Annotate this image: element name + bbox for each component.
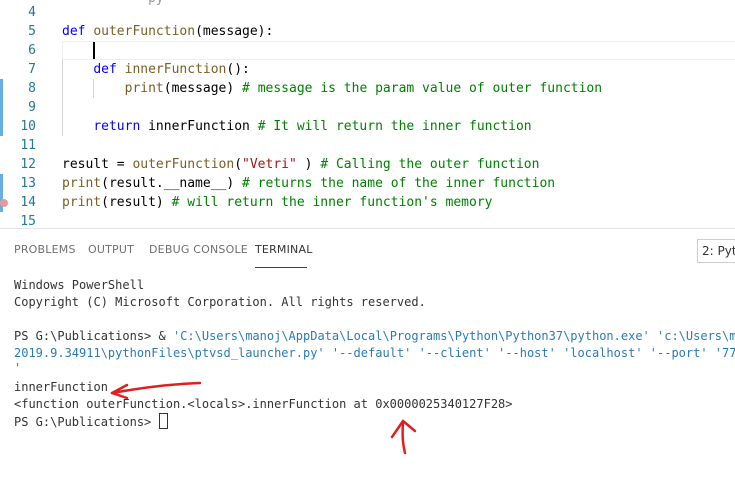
code-token: # Calling the outer function [320, 157, 540, 172]
terminal-line: PS G:\Publications> [14, 413, 168, 431]
code-token: (message) [163, 81, 243, 96]
code-line[interactable]: 14 print(result) # will return the inner … [0, 193, 735, 212]
code-token: print [124, 81, 164, 96]
terminal-line: Copyright (C) Microsoft Corporation. All… [14, 295, 426, 309]
line-number: 7 [28, 62, 36, 77]
code-text: return innerFunction # It will return th… [62, 117, 532, 136]
code-token: print [62, 176, 102, 191]
tab-debug-console[interactable]: DEBUG CONSOLE [149, 243, 248, 256]
code-token: def [93, 62, 125, 77]
code-text: print(message) # message is the param va… [62, 79, 602, 98]
code-token: (message): [195, 24, 274, 39]
code-token: (result.__name__) [101, 176, 243, 191]
code-token: "Vetri" [242, 157, 297, 172]
terminal-line: <function outerFunction.<locals>.innerFu… [14, 397, 513, 411]
tab-output[interactable]: OUTPUT [88, 243, 134, 256]
line-number: 6 [28, 43, 36, 58]
code-token: (): [226, 62, 250, 77]
terminal-prompt: PS G:\Publications> [14, 415, 159, 429]
code-line[interactable]: 5 def outerFunction(message): [0, 22, 735, 41]
line-number: 13 [20, 176, 36, 191]
code-line[interactable]: 9 [0, 98, 735, 117]
line-number: 4 [28, 5, 36, 20]
code-line[interactable]: 7 def innerFunction(): [0, 60, 735, 79]
text-caret [93, 42, 95, 59]
terminal-cursor [158, 413, 168, 429]
code-token: # returns the name of the inner function [242, 176, 556, 191]
active-tab-indicator [255, 267, 307, 268]
breakpoint-icon[interactable] [0, 199, 8, 207]
line-number: 9 [28, 100, 36, 115]
code-token: print [62, 195, 102, 210]
code-token: innerFunction [148, 119, 258, 134]
modified-line-marker [0, 79, 3, 98]
terminal-user-path: 'c:\Users\manoj [657, 329, 735, 343]
modified-line-marker [0, 117, 3, 136]
code-token: innerFunction [124, 62, 227, 77]
code-line[interactable]: 12 result = outerFunction("Vetri" ) # Cal… [0, 155, 735, 174]
code-text: print(result) # will return the inner fu… [62, 193, 493, 212]
bottom-panel: PROBLEMS OUTPUT DEBUG CONSOLE TERMINAL 2… [0, 228, 735, 492]
code-line[interactable]: 4 [0, 3, 735, 22]
code-line[interactable]: 15 [0, 212, 735, 228]
line-number: 14 [20, 195, 36, 210]
code-text: def innerFunction(): [62, 60, 250, 79]
line-number: 8 [28, 81, 36, 96]
modified-line-marker [0, 174, 3, 193]
code-token: def [62, 24, 94, 39]
code-token: result = [62, 157, 133, 172]
terminal-prompt: PS G:\Publications> & [14, 329, 173, 343]
code-text: def outerFunction(message): [62, 22, 273, 41]
terminal-line: innerFunction [14, 380, 108, 394]
code-token: outerFunction [132, 157, 235, 172]
terminal-select[interactable]: 2: Pyth [697, 239, 735, 263]
code-token: # message is the param value of outer fu… [242, 81, 603, 96]
code-text: print(result.__name__) # returns the nam… [62, 174, 555, 193]
terminal-line: ' [14, 361, 22, 375]
tab-terminal[interactable]: TERMINAL [255, 243, 313, 256]
code-line[interactable]: 13 print(result.__name__) # returns the n… [0, 174, 735, 193]
code-token: ( [234, 157, 243, 172]
terminal-line: PS G:\Publications> & 'C:\Users\manoj\Ap… [14, 328, 735, 345]
code-line[interactable]: 6 [0, 41, 735, 60]
line-number: 5 [28, 24, 36, 39]
code-token: ) [296, 157, 321, 172]
code-token: (result) [101, 195, 172, 210]
line-number: 11 [20, 138, 36, 153]
code-line[interactable]: 11 [0, 136, 735, 155]
terminal-line: 2019.9.34911\pythonFiles\ptvsd_launcher.… [14, 346, 735, 360]
code-text: result = outerFunction("Vetri" ) # Calli… [62, 155, 539, 174]
code-line[interactable]: 8 print(message) # message is the param … [0, 79, 735, 98]
code-token: outerFunction [93, 24, 196, 39]
code-line[interactable]: 10 return innerFunction # It will return… [0, 117, 735, 136]
code-editor[interactable]: py 45def outerFunction(message):67 def i… [0, 0, 735, 228]
panel-tabs: PROBLEMS OUTPUT DEBUG CONSOLE TERMINAL 2… [0, 229, 735, 271]
line-number: 10 [20, 119, 36, 134]
code-token: # will return the inner function's memor… [171, 195, 493, 210]
modified-line-marker [0, 98, 3, 117]
terminal-line: Windows PowerShell [14, 278, 145, 292]
line-number: 12 [20, 157, 36, 172]
line-number: 15 [20, 214, 36, 228]
code-token: return [93, 119, 149, 134]
code-token: # It will return the inner function [257, 119, 532, 134]
terminal-python-path: 'C:\Users\manoj\AppData\Local\Programs\P… [172, 329, 650, 343]
tab-problems[interactable]: PROBLEMS [14, 243, 76, 256]
